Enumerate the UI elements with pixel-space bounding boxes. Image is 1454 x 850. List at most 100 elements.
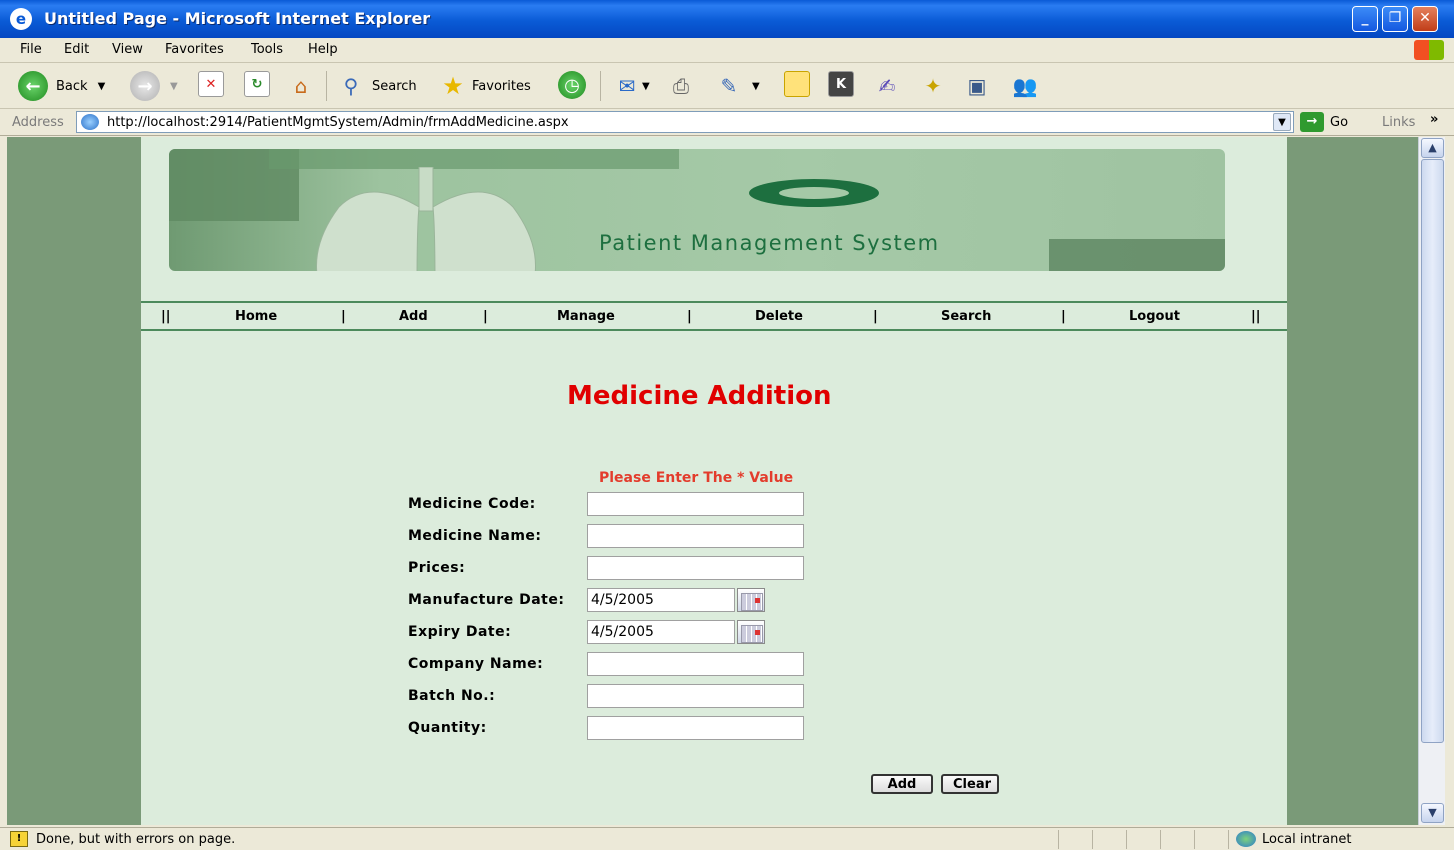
- nav-logout[interactable]: Logout: [1129, 309, 1180, 324]
- scroll-up-icon[interactable]: ▲: [1421, 138, 1444, 158]
- back-button[interactable]: ← Back ▼: [18, 71, 105, 101]
- favorites-button[interactable]: ★ Favorites: [438, 71, 531, 101]
- required-note: Please Enter The * Value: [599, 470, 794, 486]
- address-dropdown-icon[interactable]: ▼: [1273, 113, 1291, 131]
- scroll-thumb[interactable]: [1421, 159, 1444, 743]
- add-button[interactable]: Add: [871, 774, 933, 794]
- manufacture-date-label: Manufacture Date:: [408, 592, 565, 608]
- tools-button[interactable]: ✦: [918, 71, 948, 101]
- company-name-input[interactable]: [587, 652, 804, 676]
- header-banner: Patient Management System: [169, 149, 1225, 271]
- menu-edit[interactable]: Edit: [64, 42, 89, 57]
- nav-search[interactable]: Search: [941, 309, 991, 324]
- k-icon: K: [828, 71, 854, 97]
- search-label: Search: [372, 78, 417, 94]
- nav-add[interactable]: Add: [399, 309, 428, 324]
- nav-delete[interactable]: Delete: [755, 309, 803, 324]
- prices-input[interactable]: [587, 556, 804, 580]
- quantity-input[interactable]: [587, 716, 804, 740]
- vertical-scrollbar[interactable]: ▲ ▼: [1418, 137, 1445, 825]
- research-button[interactable]: ✍: [872, 71, 902, 101]
- toolbar: ← Back ▼ → ▼ ✕ ↻ ⌂ ⚲ Search ★ Favorites …: [0, 63, 1454, 109]
- history-icon: ◷: [558, 71, 586, 99]
- history-button[interactable]: ◷: [558, 71, 586, 99]
- expiry-date-input[interactable]: [587, 620, 735, 644]
- stop-button[interactable]: ✕: [198, 71, 224, 97]
- dropdown-arrow-icon: ▼: [752, 80, 760, 92]
- status-message: Done, but with errors on page.: [36, 832, 236, 847]
- toolbar-separator: [600, 71, 601, 101]
- menu-file[interactable]: File: [20, 42, 42, 57]
- menu-help[interactable]: Help: [308, 42, 338, 57]
- star-icon: ★: [442, 72, 464, 100]
- calendar-icon[interactable]: [737, 620, 765, 644]
- nav-manage[interactable]: Manage: [557, 309, 615, 324]
- close-button[interactable]: ✕: [1412, 6, 1438, 32]
- clear-button[interactable]: Clear: [941, 774, 999, 794]
- media-button[interactable]: ▣: [962, 71, 992, 101]
- go-arrow-icon: →: [1300, 112, 1324, 132]
- search-button[interactable]: ⚲ Search: [336, 71, 417, 101]
- batch-no-input[interactable]: [587, 684, 804, 708]
- page-title: Medicine Addition: [567, 381, 832, 411]
- go-button[interactable]: → Go: [1300, 112, 1348, 132]
- logo-icon: [749, 179, 879, 207]
- lungs-image: [316, 167, 536, 271]
- print-icon: ⎙: [673, 74, 689, 98]
- edit-icon: ✎: [720, 74, 738, 98]
- menu-tools[interactable]: Tools: [251, 42, 283, 57]
- nav-home[interactable]: Home: [235, 309, 277, 324]
- restore-button[interactable]: ❐: [1382, 6, 1408, 32]
- mail-button[interactable]: ✉ ▼: [612, 71, 650, 101]
- refresh-icon: ↻: [244, 71, 270, 97]
- menu-favorites[interactable]: Favorites: [165, 42, 224, 57]
- users-button[interactable]: 👥: [1010, 71, 1040, 101]
- discuss-button[interactable]: [784, 71, 810, 97]
- nav-separator: |: [1061, 309, 1066, 324]
- page-content: Patient Management System || Home | Add …: [141, 137, 1287, 825]
- page-viewport: Patient Management System || Home | Add …: [7, 137, 1418, 825]
- research-icon: ✍: [878, 74, 896, 98]
- links-more-icon[interactable]: »: [1430, 112, 1438, 127]
- ie-icon: e: [10, 8, 32, 30]
- medicine-code-input[interactable]: [587, 492, 804, 516]
- dropdown-arrow-icon: ▼: [642, 80, 650, 92]
- expiry-date-label: Expiry Date:: [408, 624, 512, 640]
- note-icon: [784, 71, 810, 97]
- address-field[interactable]: http://localhost:2914/PatientMgmtSystem/…: [76, 111, 1294, 133]
- back-label: Back: [56, 78, 88, 94]
- medicine-name-input[interactable]: [587, 524, 804, 548]
- calendar-icon[interactable]: [737, 588, 765, 612]
- sparkle-icon: ✦: [924, 74, 942, 98]
- dropdown-arrow-icon: ▼: [170, 80, 178, 92]
- messenger-button[interactable]: K: [828, 71, 854, 97]
- nav-separator: |: [483, 309, 488, 324]
- home-button[interactable]: ⌂: [286, 71, 316, 101]
- window-title-bar: e Untitled Page - Microsoft Internet Exp…: [0, 0, 1454, 38]
- forward-button[interactable]: → ▼: [130, 71, 178, 101]
- nav-separator: |: [341, 309, 346, 324]
- print-button[interactable]: ⎙: [666, 71, 696, 101]
- edit-button[interactable]: ✎ ▼: [714, 71, 760, 101]
- mail-icon: ✉: [618, 74, 636, 98]
- scroll-down-icon[interactable]: ▼: [1421, 803, 1444, 823]
- address-url[interactable]: http://localhost:2914/PatientMgmtSystem/…: [107, 115, 569, 130]
- links-label[interactable]: Links: [1382, 115, 1415, 130]
- status-bar: ! Done, but with errors on page. Local i…: [0, 827, 1454, 850]
- nav-separator: ||: [161, 309, 171, 324]
- windows-logo-icon: [1414, 40, 1444, 60]
- users-icon: 👥: [1012, 74, 1038, 98]
- menu-view[interactable]: View: [112, 42, 143, 57]
- manufacture-date-input[interactable]: [587, 588, 735, 612]
- minimize-button[interactable]: _: [1352, 6, 1378, 32]
- warning-icon[interactable]: !: [10, 831, 28, 847]
- favorites-label: Favorites: [472, 78, 531, 94]
- address-bar: Address http://localhost:2914/PatientMgm…: [0, 109, 1454, 136]
- dropdown-arrow-icon: ▼: [97, 80, 106, 92]
- refresh-button[interactable]: ↻: [244, 71, 270, 97]
- back-arrow-icon: ←: [18, 71, 48, 101]
- nav-bar: || Home | Add | Manage | Delete | Search…: [141, 301, 1287, 331]
- batch-no-label: Batch No.:: [408, 688, 496, 704]
- nav-separator: |: [687, 309, 692, 324]
- page-icon: [81, 114, 99, 130]
